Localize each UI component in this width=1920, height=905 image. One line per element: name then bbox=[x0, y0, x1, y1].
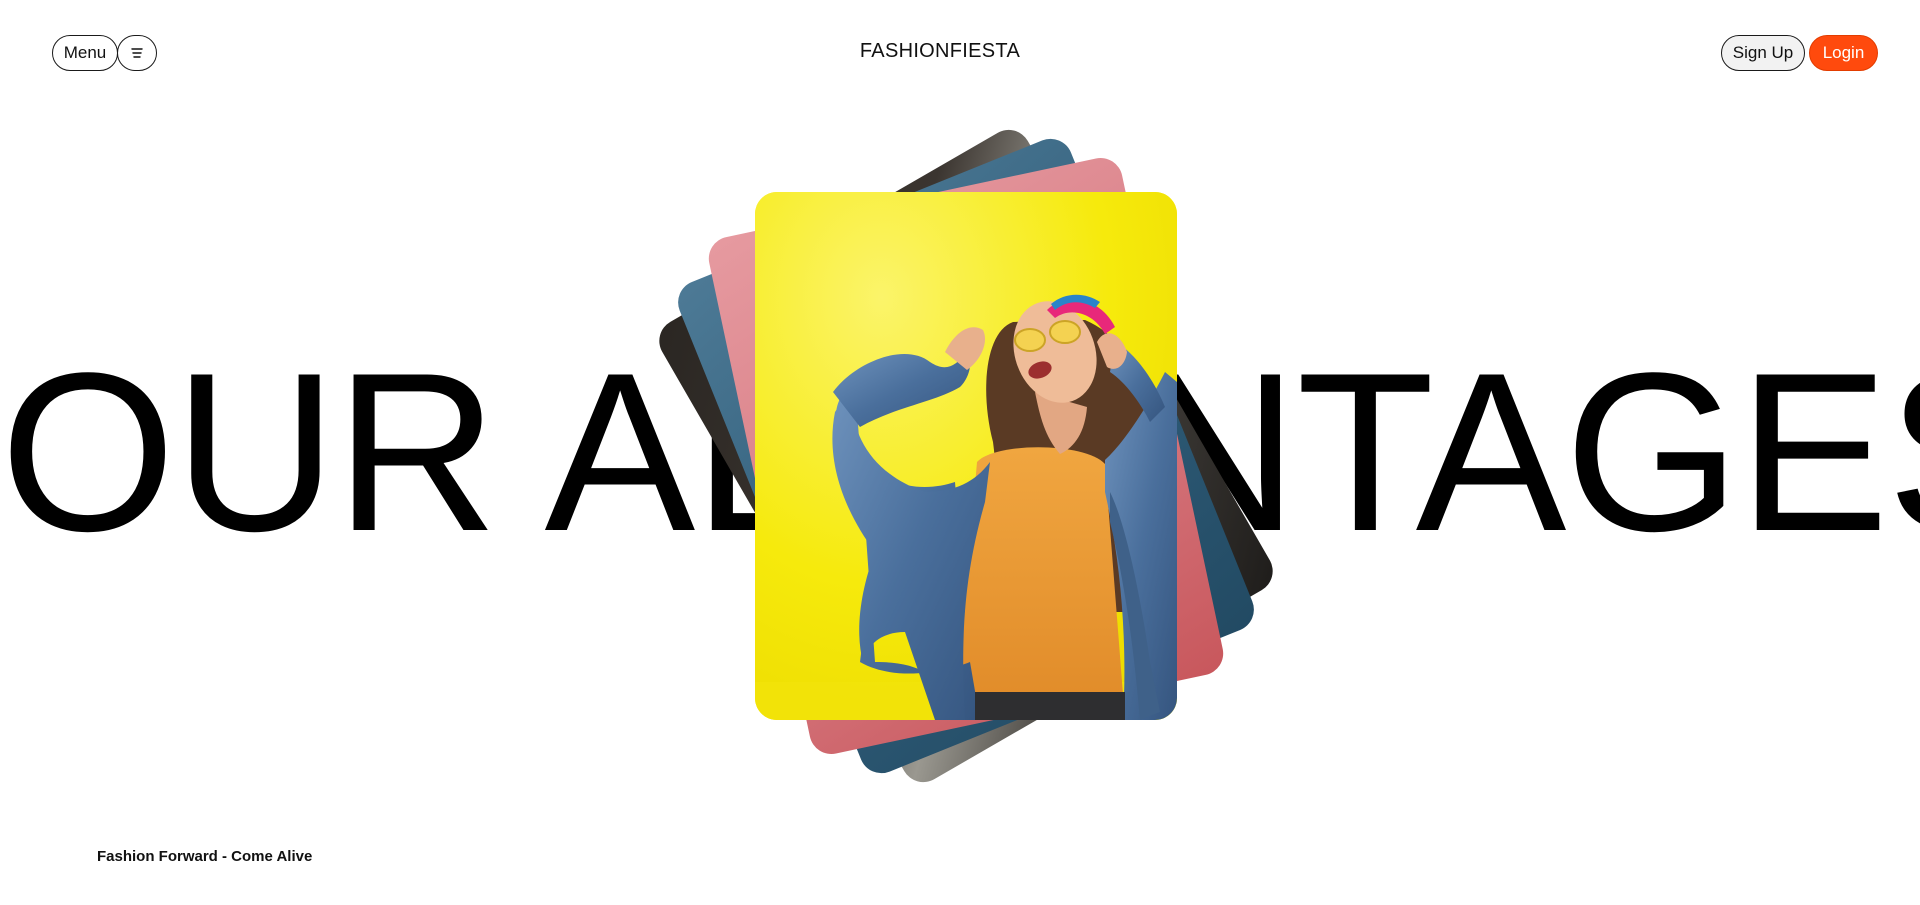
login-button[interactable]: Login bbox=[1809, 35, 1878, 71]
page: Menu FASHIONFIESTA Sign Up Login OUR ADV… bbox=[0, 0, 1920, 905]
sign-up-button[interactable]: Sign Up bbox=[1721, 35, 1805, 71]
header: Menu FASHIONFIESTA Sign Up Login bbox=[0, 0, 1920, 104]
tagline: Fashion Forward - Come Alive bbox=[97, 848, 313, 865]
hero-headline: OUR ADVANTAGES bbox=[0, 325, 1920, 578]
auth-group: Sign Up Login bbox=[1721, 35, 1878, 71]
brand-logo[interactable]: FASHIONFIESTA bbox=[0, 40, 1880, 63]
